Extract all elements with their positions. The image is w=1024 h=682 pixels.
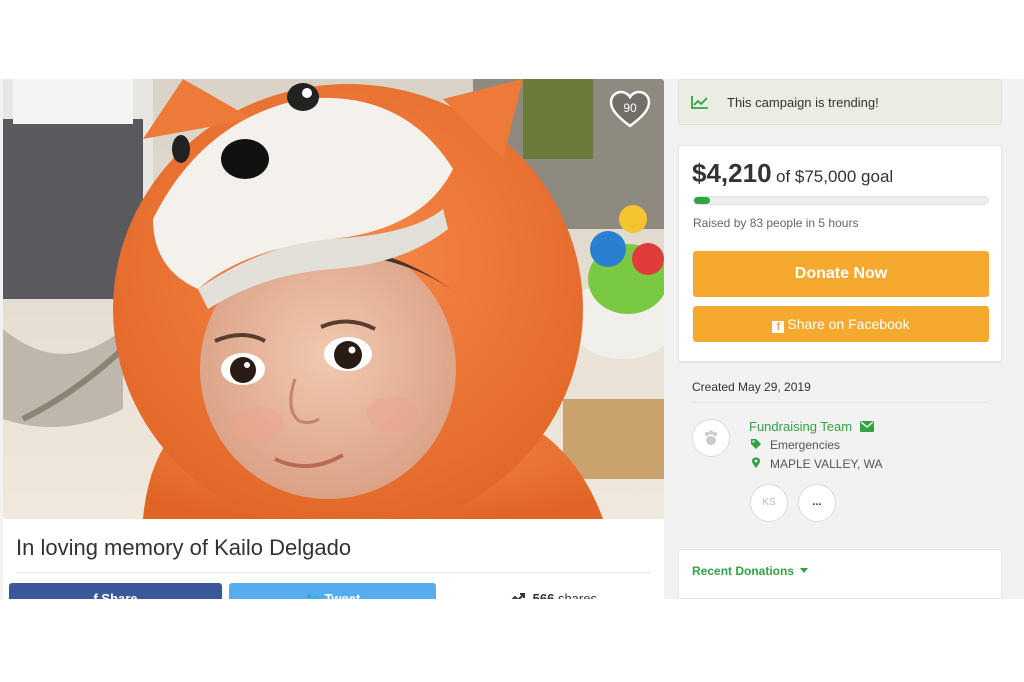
info-divider [692, 402, 988, 403]
category-row[interactable]: Emergencies [749, 438, 840, 452]
campaign-photo-image [3, 79, 664, 519]
campaign-title-card: In loving memory of Kailo Delgado f Shar… [3, 519, 664, 599]
amount-raised: $4,210 [692, 158, 772, 188]
campaign-sidebar: This campaign is trending! $4,210 of $75… [678, 79, 1002, 599]
campaign-info: Created May 29, 2019 Fundraising Team Em… [678, 362, 1002, 537]
created-date: Created May 29, 2019 [692, 380, 811, 394]
shares-count: 566 shares [509, 591, 597, 599]
caret-down-icon [800, 568, 809, 573]
shares-number: 566 [532, 591, 555, 599]
trending-text: This campaign is trending! [727, 95, 879, 110]
location-row: MAPLE VALLEY, WA [749, 457, 883, 471]
trending-banner: This campaign is trending! [678, 79, 1002, 125]
trending-up-icon [511, 593, 525, 599]
trending-chart-icon [691, 96, 708, 109]
campaign-main: 90 In loving memory of Kailo Delgado f S… [3, 79, 664, 599]
shares-word: shares [557, 591, 597, 599]
progress-bar [693, 196, 989, 205]
recent-donations-label: Recent Donations [692, 564, 795, 578]
team-member-avatar[interactable]: KS [750, 484, 788, 522]
facebook-icon: f [772, 321, 785, 333]
campaign-title: In loving memory of Kailo Delgado [16, 535, 352, 560]
facebook-share-button[interactable]: f Share [9, 583, 222, 599]
team-avatar[interactable] [692, 419, 730, 457]
fundraising-team-label: Fundraising Team [749, 419, 853, 434]
location-label: MAPLE VALLEY, WA [770, 457, 883, 471]
heart-count: 90 [623, 101, 637, 115]
fundraising-team-link[interactable]: Fundraising Team [749, 419, 874, 434]
category-label: Emergencies [770, 438, 841, 452]
envelope-icon[interactable] [859, 421, 874, 432]
tweet-label: Tweet [324, 591, 361, 599]
recent-donations-panel: Recent Donations [678, 549, 1002, 599]
recent-donations-toggle[interactable]: Recent Donations [692, 564, 809, 578]
facebook-icon: f [93, 591, 98, 599]
raised-by-text: Raised by 83 people in 5 hours [693, 216, 859, 230]
facebook-share-label: Share [101, 591, 138, 599]
goal-text: of $75,000 goal [775, 167, 894, 186]
share-on-facebook-label: Share on Facebook [787, 316, 910, 332]
tag-icon [751, 439, 761, 449]
more-members-button[interactable]: ... [798, 484, 836, 522]
title-divider [16, 572, 651, 573]
twitter-bird-icon: 🐦 [304, 591, 321, 599]
donate-now-button[interactable]: Donate Now [693, 251, 989, 297]
campaign-photo[interactable]: 90 [3, 79, 664, 519]
share-on-facebook-button[interactable]: f Share on Facebook [693, 306, 989, 342]
map-pin-icon [752, 457, 760, 468]
favorite-heart-button[interactable]: 90 [608, 89, 652, 129]
share-bar: f Share 🐦 Tweet 566 shares [9, 583, 659, 599]
paw-icon [704, 430, 718, 445]
progress-bar-fill [694, 197, 711, 204]
campaign-page: 90 In loving memory of Kailo Delgado f S… [0, 79, 1024, 599]
donation-card: $4,210 of $75,000 goal Raised by 83 peop… [678, 145, 1002, 362]
amount-raised-line: $4,210 of $75,000 goal [692, 158, 893, 189]
tweet-button[interactable]: 🐦 Tweet [229, 583, 436, 599]
